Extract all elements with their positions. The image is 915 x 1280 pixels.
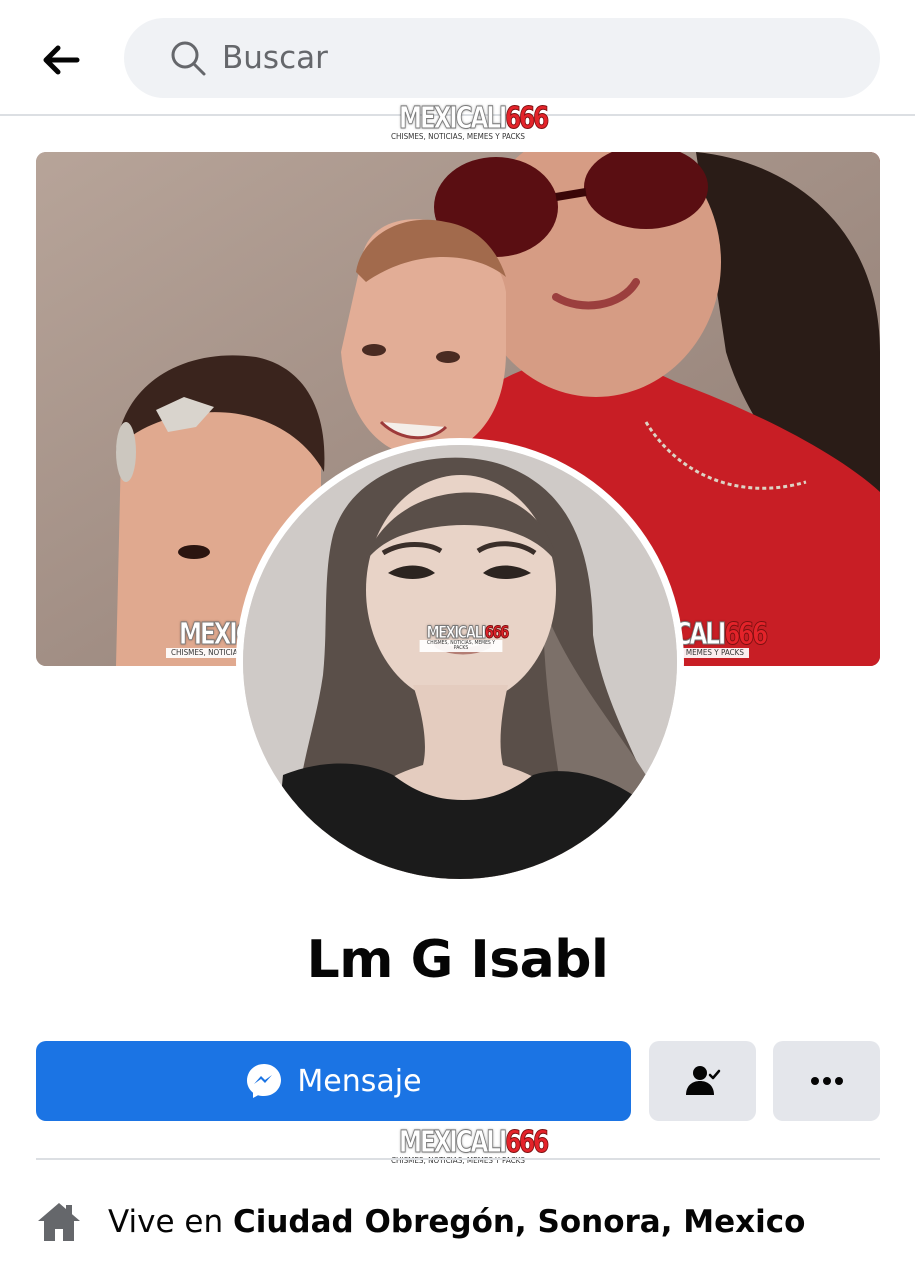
profile-name: Lm G Isabl — [306, 930, 609, 990]
lives-in-row: Vive en Ciudad Obregón, Sonora, Mexico — [36, 1196, 805, 1248]
profile-photo: MEXICALI666 CHISMES, NOTICIAS, MEMES Y P… — [243, 445, 677, 879]
arrow-left-icon — [43, 45, 80, 75]
search-bar[interactable] — [124, 18, 880, 98]
watermark-brand-a: MEXICALI — [398, 1125, 507, 1160]
friend-status-button[interactable] — [649, 1041, 756, 1121]
section-divider — [36, 1158, 880, 1160]
messenger-icon — [247, 1064, 282, 1098]
watermark-brand-b: 666 — [505, 1125, 550, 1160]
more-options-button[interactable] — [773, 1041, 880, 1121]
message-button-label: Mensaje — [297, 1063, 422, 1099]
lives-in-prefix: Vive en — [108, 1204, 233, 1240]
back-button[interactable] — [38, 38, 84, 82]
more-dots-icon — [810, 1077, 843, 1085]
search-icon — [171, 41, 206, 76]
friend-check-icon — [685, 1066, 720, 1095]
top-bar — [0, 0, 915, 116]
profile-avatar[interactable]: MEXICALI666 CHISMES, NOTICIAS, MEMES Y P… — [236, 438, 684, 886]
profile-photo-illustration — [243, 445, 677, 879]
lives-in-text: Vive en Ciudad Obregón, Sonora, Mexico — [108, 1204, 805, 1240]
lives-in-place[interactable]: Ciudad Obregón, Sonora, Mexico — [233, 1204, 805, 1240]
message-button[interactable]: Mensaje — [36, 1041, 631, 1121]
home-icon — [38, 1203, 80, 1241]
watermark-tagline: CHISMES, NOTICIAS, MEMES Y PACKS — [386, 132, 530, 142]
watermark-logo-bottom: MEXICALI666 CHISMES, NOTICIAS, MEMES Y P… — [378, 1125, 550, 1166]
search-input[interactable] — [222, 40, 782, 76]
